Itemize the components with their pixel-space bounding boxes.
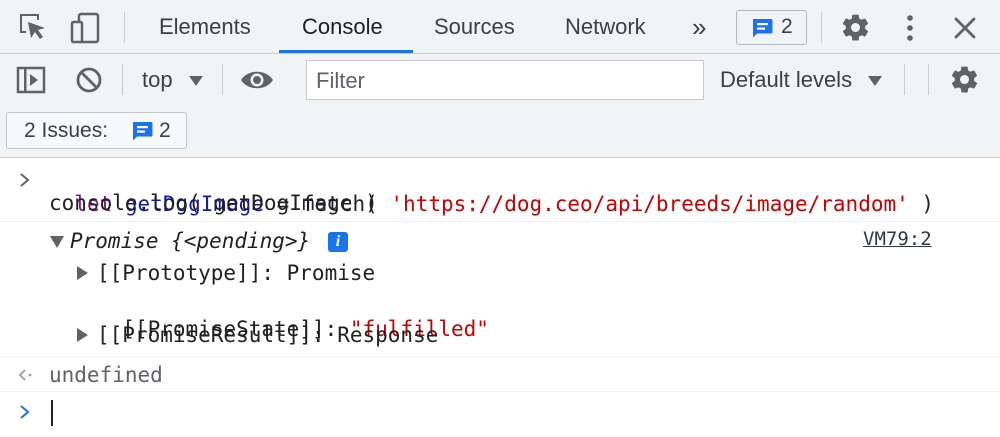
divider — [222, 64, 223, 95]
clear-console-icon[interactable] — [75, 66, 103, 94]
issues-count: 2 — [781, 15, 793, 38]
live-expression-eye-icon[interactable] — [240, 68, 274, 92]
promise-result[interactable]: [[PromiseResult]]: Response — [97, 323, 438, 348]
log-levels-value: Default levels — [720, 67, 853, 92]
message-icon — [133, 122, 153, 141]
filter-box — [306, 60, 704, 100]
command-line-2: console.log( getDogImage ) — [49, 191, 378, 215]
issues-button-count: 2 — [159, 119, 171, 142]
console-settings-gear-icon[interactable] — [949, 64, 980, 95]
divider — [821, 12, 822, 43]
devtools-tabbar: Elements Console Sources Network » 2 — [0, 0, 1000, 54]
message-divider — [0, 356, 1000, 357]
gear-icon[interactable] — [840, 12, 871, 43]
issues-counter-button[interactable]: 2 — [736, 10, 807, 45]
url-string: 'https://dog.ceo/api/breeds/image/random… — [390, 192, 909, 216]
dropdown-triangle-icon — [188, 76, 203, 87]
message-divider — [0, 391, 1000, 392]
divider — [122, 64, 123, 95]
return-value-arrow-icon — [18, 369, 32, 381]
issues-label: 2 Issues: — [24, 119, 109, 142]
kebab-menu-icon[interactable] — [898, 13, 922, 43]
sidebar-toggle-icon[interactable] — [16, 66, 46, 94]
tab-network[interactable]: Network — [565, 0, 646, 53]
active-tab-indicator — [279, 50, 413, 53]
divider — [928, 64, 929, 95]
close-paren: ) — [908, 192, 935, 216]
log-levels-select[interactable]: Default levels — [720, 64, 883, 96]
context-select[interactable]: top — [142, 64, 203, 96]
device-toolbar-icon[interactable] — [70, 12, 102, 44]
return-value: undefined — [49, 363, 163, 387]
expand-triangle-down-icon[interactable] — [50, 236, 64, 248]
context-value: top — [142, 67, 173, 92]
info-icon[interactable]: i — [328, 232, 348, 252]
message-icon — [753, 19, 773, 38]
inspect-element-icon[interactable] — [19, 13, 49, 43]
divider — [124, 12, 125, 43]
input-prompt-chevron-icon — [20, 173, 30, 187]
tab-console[interactable]: Console — [302, 0, 383, 53]
expand-triangle-right-icon[interactable] — [77, 266, 88, 280]
more-tabs-chevron-icon[interactable]: » — [692, 0, 706, 53]
console-prompt-chevron-icon — [20, 405, 30, 419]
promise-prototype[interactable]: [[Prototype]]: Promise — [97, 261, 375, 286]
tab-sources[interactable]: Sources — [434, 0, 515, 53]
expand-triangle-right-icon[interactable] — [77, 328, 88, 342]
close-icon[interactable] — [952, 15, 978, 41]
promise-label[interactable]: Promise {<pending>} — [70, 229, 310, 254]
dropdown-triangle-icon — [868, 76, 883, 87]
issues-button[interactable]: 2 Issues: 2 — [6, 112, 187, 149]
filter-input[interactable] — [316, 68, 686, 94]
source-link[interactable]: VM79:2 — [863, 228, 932, 250]
message-divider — [0, 221, 1000, 222]
tab-elements[interactable]: Elements — [159, 0, 251, 53]
divider — [904, 64, 905, 95]
console-prompt-input[interactable] — [51, 400, 53, 426]
